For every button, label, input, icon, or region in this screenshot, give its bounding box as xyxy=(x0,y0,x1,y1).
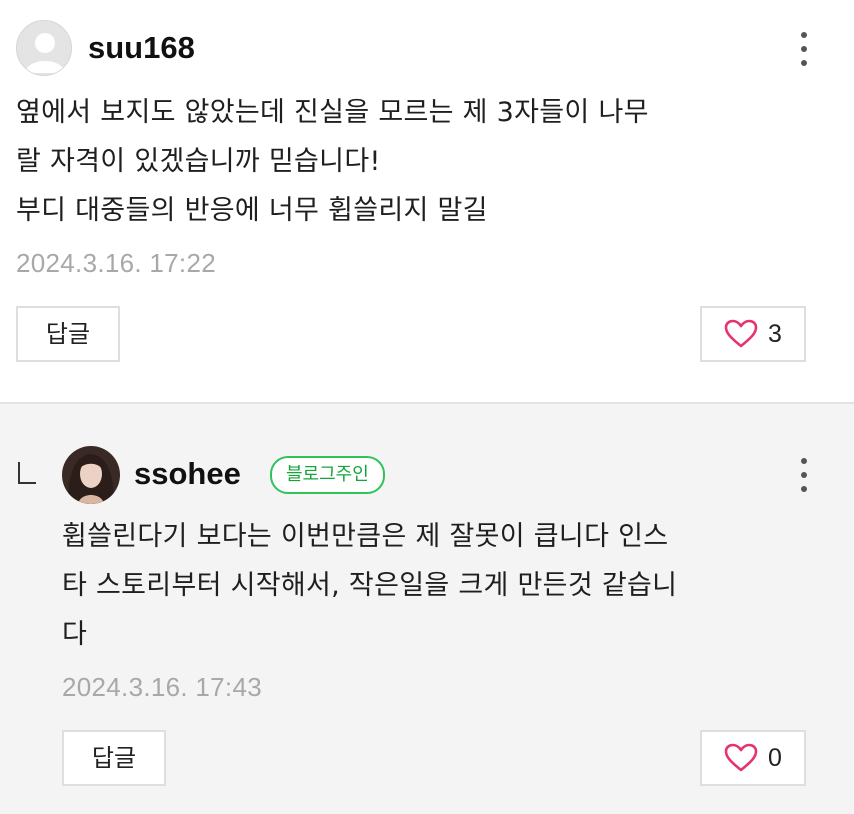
profile-photo xyxy=(68,454,114,504)
reply-button[interactable]: 답글 xyxy=(16,306,120,362)
avatar[interactable] xyxy=(62,446,120,504)
more-vertical-icon[interactable] xyxy=(800,32,808,66)
like-button[interactable]: 0 xyxy=(700,730,806,786)
default-profile-icon xyxy=(25,33,65,73)
comment-body: 옆에서 보지도 않았는데 진실을 모르는 제 3자들이 나무 랄 자격이 있겠습… xyxy=(16,97,649,226)
reply-button[interactable]: 답글 xyxy=(62,730,166,786)
comment: suu168 옆에서 보지도 않았는데 진실을 모르는 제 3자들이 나무 랄 … xyxy=(0,0,854,400)
more-vertical-icon[interactable] xyxy=(800,458,808,492)
like-count: 3 xyxy=(768,319,782,348)
like-count: 0 xyxy=(768,743,782,772)
comment-username[interactable]: ssohee xyxy=(134,456,241,492)
like-button[interactable]: 3 xyxy=(700,306,806,362)
comment-username[interactable]: suu168 xyxy=(88,30,195,66)
avatar[interactable] xyxy=(16,20,72,76)
blog-owner-badge: 블로그주인 xyxy=(270,456,385,494)
comment-timestamp: 2024.3.16. 17:43 xyxy=(62,672,262,702)
reply-corner-icon xyxy=(18,462,36,484)
heart-outline-icon xyxy=(724,743,758,772)
comment-timestamp: 2024.3.16. 17:22 xyxy=(16,248,216,278)
comment-body: 휩쓸린다기 보다는 이번만큼은 제 잘못이 큽니다 인스 타 스토리부터 시작해… xyxy=(62,521,678,650)
reply-comment: ssohee 블로그주인 휩쓸린다기 보다는 이번만큼은 제 잘못이 큽니다 인… xyxy=(0,402,854,814)
heart-outline-icon xyxy=(724,319,758,348)
